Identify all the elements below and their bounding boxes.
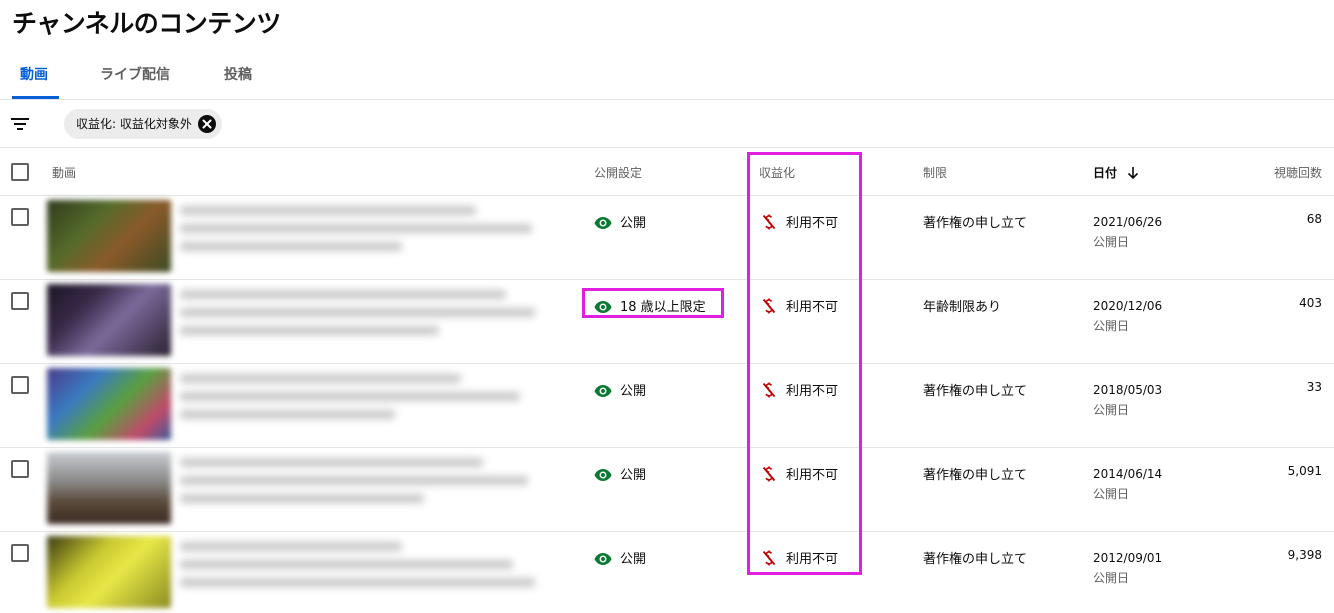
date-value: 2020/12/06 <box>1093 299 1163 313</box>
row-checkbox[interactable] <box>11 208 29 226</box>
tab-posts[interactable]: 投稿 <box>224 64 252 84</box>
video-title-blurred[interactable] <box>180 374 550 434</box>
views-cell: 68 <box>1306 212 1322 226</box>
date-type: 公開日 <box>1093 487 1130 501</box>
date-value: 2018/05/03 <box>1093 383 1163 397</box>
column-header-views: 視聴回数 <box>1273 166 1322 180</box>
visibility-label: 公開 <box>620 552 647 567</box>
date-value: 2021/06/26 <box>1093 215 1163 229</box>
monetization-label: 利用不可 <box>786 216 839 231</box>
eye-icon <box>594 384 612 402</box>
date-type: 公開日 <box>1093 403 1130 417</box>
restriction-cell[interactable]: 著作権の申し立て <box>923 380 1027 399</box>
eye-icon <box>594 552 612 570</box>
restriction-cell[interactable]: 年齢制限あり <box>923 296 1001 315</box>
eye-icon <box>594 216 612 234</box>
monetization-label: 利用不可 <box>786 300 839 315</box>
visibility-cell[interactable]: 公開 <box>594 548 646 570</box>
visibility-cell[interactable]: 公開 <box>594 464 646 486</box>
row-checkbox[interactable] <box>11 544 29 562</box>
restriction-cell[interactable]: 著作権の申し立て <box>923 212 1027 231</box>
monetization-label: 利用不可 <box>786 468 839 483</box>
date-value: 2014/06/14 <box>1093 467 1163 481</box>
dollar-off-icon <box>762 298 776 318</box>
restriction-cell[interactable]: 著作権の申し立て <box>923 464 1027 483</box>
visibility-cell[interactable]: 公開 <box>594 212 646 234</box>
filter-chip[interactable]: 収益化: 収益化対象外 <box>64 109 222 139</box>
table-row[interactable]: 公開 利用不可 著作権の申し立て 2012/09/01 公開日 9,398 <box>0 532 1334 613</box>
video-title-blurred[interactable] <box>180 206 550 266</box>
tab-bar: 動画 ライブ配信 投稿 <box>0 52 1334 100</box>
table-row[interactable]: 公開 利用不可 著作権の申し立て 2014/06/14 公開日 5,091 <box>0 448 1334 532</box>
row-checkbox[interactable] <box>11 292 29 310</box>
video-title-blurred[interactable] <box>180 290 550 350</box>
visibility-label: 18 歳以上限定 <box>620 300 706 315</box>
video-thumbnail[interactable] <box>47 452 171 524</box>
table-row[interactable]: 公開 利用不可 著作権の申し立て 2018/05/03 公開日 33 <box>0 364 1334 448</box>
video-thumbnail[interactable] <box>47 200 171 272</box>
views-cell: 33 <box>1306 380 1322 394</box>
date-cell: 2018/05/03 公開日 <box>1093 380 1162 420</box>
visibility-label: 公開 <box>620 216 647 231</box>
video-title-blurred[interactable] <box>180 458 550 518</box>
monetization-label: 利用不可 <box>786 384 839 399</box>
video-thumbnail[interactable] <box>47 284 171 356</box>
visibility-label: 公開 <box>620 384 647 399</box>
active-tab-indicator <box>12 96 59 99</box>
date-type: 公開日 <box>1093 319 1130 333</box>
monetization-label: 利用不可 <box>786 552 839 567</box>
page-title: チャンネルのコンテンツ <box>12 9 281 38</box>
eye-icon <box>594 300 612 318</box>
row-checkbox[interactable] <box>11 376 29 394</box>
date-cell: 2021/06/26 公開日 <box>1093 212 1162 252</box>
monetization-cell[interactable]: 利用不可 <box>762 548 838 570</box>
video-thumbnail[interactable] <box>47 368 171 440</box>
row-checkbox[interactable] <box>11 460 29 478</box>
filter-lines-icon[interactable] <box>10 115 30 133</box>
select-all-checkbox[interactable] <box>11 163 29 181</box>
restriction-cell[interactable]: 著作権の申し立て <box>923 548 1027 567</box>
tab-live[interactable]: ライブ配信 <box>100 64 170 84</box>
column-header-date[interactable]: 日付 <box>1093 164 1139 183</box>
eye-icon <box>594 468 612 486</box>
monetization-cell[interactable]: 利用不可 <box>762 464 838 486</box>
video-thumbnail[interactable] <box>47 536 171 608</box>
tab-videos[interactable]: 動画 <box>20 64 48 84</box>
table-row[interactable]: 18 歳以上限定 利用不可 年齢制限あり 2020/12/06 公開日 403 <box>0 280 1334 364</box>
arrow-down-icon <box>1127 166 1139 183</box>
date-cell: 2012/09/01 公開日 <box>1093 548 1162 588</box>
column-header-video: 動画 <box>52 166 77 180</box>
column-header-visibility: 公開設定 <box>594 166 643 180</box>
visibility-cell[interactable]: 18 歳以上限定 <box>594 296 706 318</box>
close-circle-icon[interactable] <box>197 115 216 133</box>
column-header-monetization: 収益化 <box>759 166 796 180</box>
dollar-off-icon <box>762 382 776 402</box>
filter-bar: 収益化: 収益化対象外 <box>0 100 1334 148</box>
video-title-blurred[interactable] <box>180 542 550 602</box>
filter-chip-label: 収益化: 収益化対象外 <box>76 117 192 131</box>
table-row[interactable]: 公開 利用不可 著作権の申し立て 2021/06/26 公開日 68 <box>0 196 1334 280</box>
monetization-cell[interactable]: 利用不可 <box>762 380 838 402</box>
column-header-date-label: 日付 <box>1093 166 1118 180</box>
date-value: 2012/09/01 <box>1093 551 1163 565</box>
date-cell: 2014/06/14 公開日 <box>1093 464 1162 504</box>
date-cell: 2020/12/06 公開日 <box>1093 296 1162 336</box>
date-type: 公開日 <box>1093 571 1130 585</box>
column-header-restrictions: 制限 <box>923 166 948 180</box>
monetization-cell[interactable]: 利用不可 <box>762 212 838 234</box>
visibility-label: 公開 <box>620 468 647 483</box>
visibility-cell[interactable]: 公開 <box>594 380 646 402</box>
views-cell: 403 <box>1299 296 1322 310</box>
views-cell: 9,398 <box>1287 548 1322 562</box>
date-type: 公開日 <box>1093 235 1130 249</box>
dollar-off-icon <box>762 550 776 570</box>
dollar-off-icon <box>762 466 776 486</box>
monetization-cell[interactable]: 利用不可 <box>762 296 838 318</box>
dollar-off-icon <box>762 214 776 234</box>
views-cell: 5,091 <box>1287 464 1322 478</box>
table-header: 動画 公開設定 収益化 制限 日付 視聴回数 <box>0 148 1334 196</box>
